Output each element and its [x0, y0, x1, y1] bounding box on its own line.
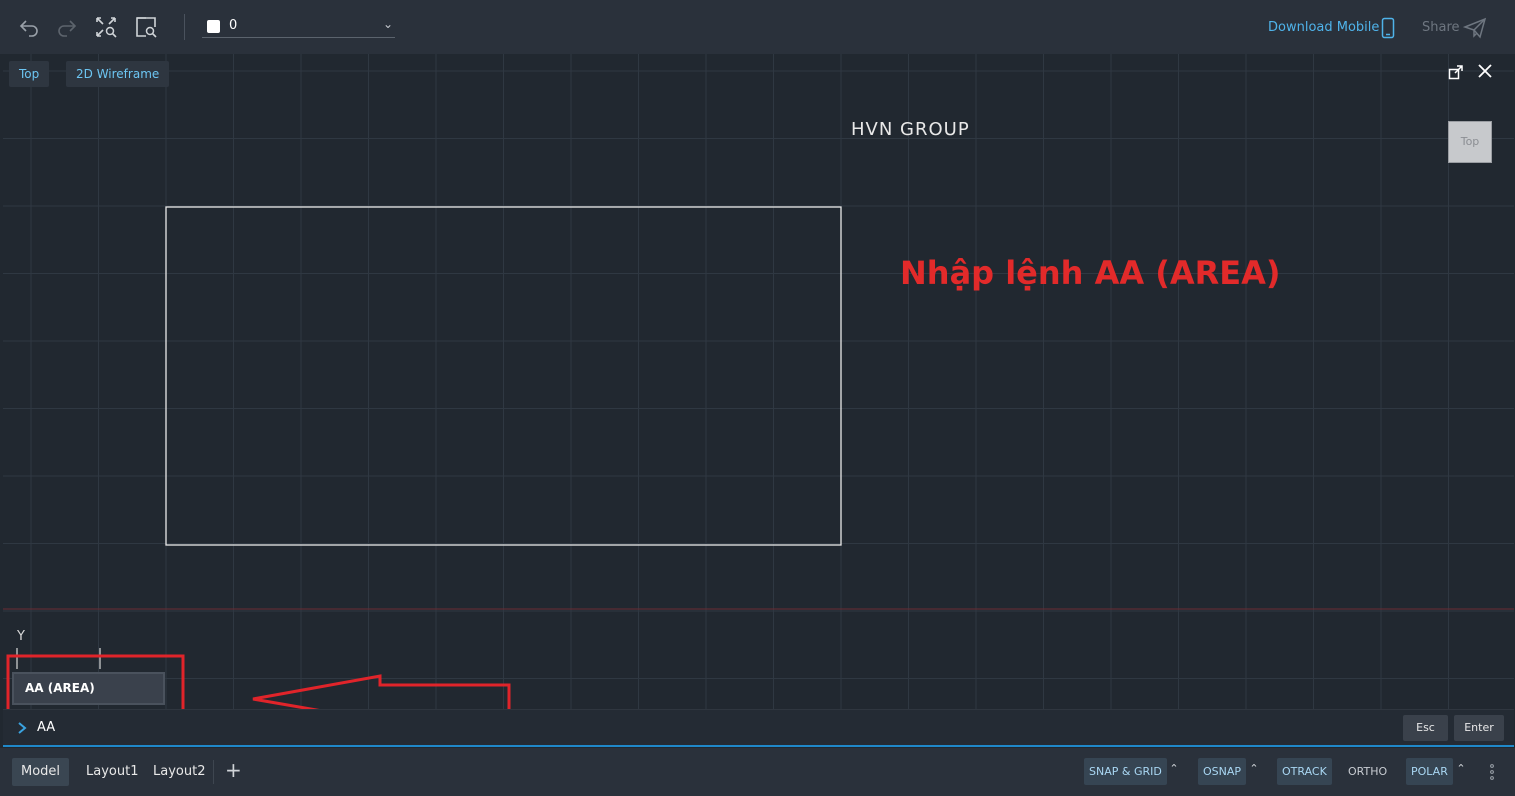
osnap-toggle[interactable]: OSNAP [1198, 758, 1247, 785]
otrack-toggle[interactable]: OTRACK [1277, 758, 1332, 785]
download-mobile-link[interactable]: Download Mobile [1268, 20, 1379, 35]
status-bar: Model Layout1 Layout2 + SNAP & GRID ⌃ OS… [0, 748, 1515, 796]
overlay-graphics [6, 206, 842, 709]
rectangle-object[interactable] [165, 206, 842, 546]
send-icon[interactable] [1463, 17, 1487, 39]
tab-model[interactable]: Model [12, 758, 70, 786]
command-line[interactable]: AA Esc Enter [3, 709, 1514, 747]
esc-button[interactable]: Esc [1403, 715, 1448, 741]
highlight-box [6, 654, 185, 709]
mobile-phone-icon[interactable] [1381, 17, 1395, 39]
ucs-axis-ticks [16, 648, 101, 669]
zoom-window-icon[interactable] [133, 14, 159, 40]
chevron-up-icon[interactable]: ⌃ [1248, 762, 1260, 776]
layer-color-swatch [207, 20, 220, 33]
layer-name: 0 [229, 18, 238, 33]
enter-button[interactable]: Enter [1454, 715, 1504, 741]
ortho-toggle[interactable]: ORTHO [1343, 758, 1392, 785]
toolbar-divider [184, 14, 185, 40]
redo-icon[interactable] [54, 14, 80, 40]
chevron-up-icon[interactable]: ⌃ [1168, 762, 1180, 776]
undo-icon[interactable] [16, 14, 42, 40]
polar-toggle[interactable]: POLAR [1406, 758, 1453, 785]
drawing-canvas[interactable]: Top 2D Wireframe Top HVN GROUP Nhập lệnh… [3, 54, 1514, 709]
snap-grid-toggle[interactable]: SNAP & GRID [1084, 758, 1167, 785]
tab-divider [213, 760, 214, 784]
command-input[interactable]: AA [37, 720, 55, 735]
tab-layout1[interactable]: Layout1 [77, 758, 147, 786]
chevron-down-icon: ⌄ [382, 17, 393, 31]
autocad-web-app: 0 ⌄ Download Mobile Share Top 2D Wirefra… [0, 0, 1515, 796]
tab-layout2[interactable]: Layout2 [144, 758, 214, 786]
layer-dropdown[interactable]: 0 ⌄ [202, 16, 395, 38]
top-toolbar: 0 ⌄ Download Mobile Share [0, 0, 1515, 54]
share-button[interactable]: Share [1422, 20, 1460, 35]
chevron-right-icon [18, 722, 27, 734]
red-arrow-icon [252, 674, 511, 709]
zoom-extents-icon[interactable] [93, 14, 119, 40]
chevron-up-icon[interactable]: ⌃ [1455, 762, 1467, 776]
add-layout-icon[interactable]: + [225, 760, 242, 782]
more-options-icon[interactable] [1489, 763, 1495, 781]
